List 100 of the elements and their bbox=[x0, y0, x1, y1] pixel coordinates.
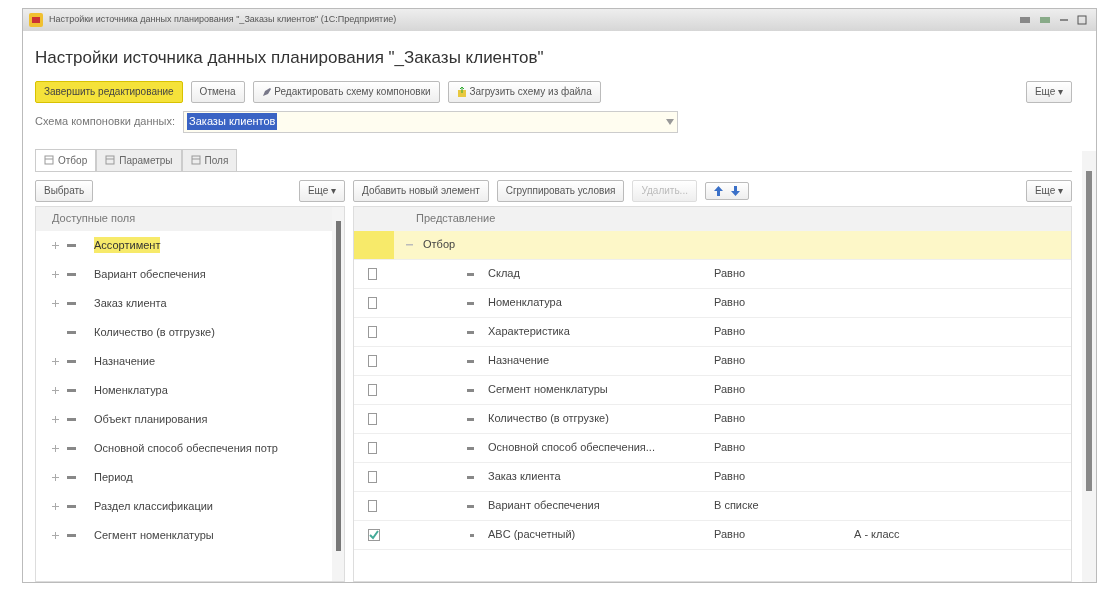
field-icon bbox=[67, 446, 76, 450]
table-cell-text: Равно bbox=[714, 440, 747, 456]
tree-item[interactable]: Основной способ обеспечения потр bbox=[94, 439, 278, 457]
table-cell-text: Равно bbox=[714, 382, 747, 398]
tab[interactable]: Параметры bbox=[96, 148, 182, 171]
move-down-icon[interactable] bbox=[730, 185, 740, 196]
collapse-icon[interactable] bbox=[406, 243, 413, 246]
expand-icon[interactable] bbox=[52, 415, 59, 423]
table-cell-text: Вариант обеспечения bbox=[487, 498, 601, 514]
field-icon bbox=[67, 272, 76, 276]
table-cell-text: Равно bbox=[714, 469, 747, 485]
checkbox[interactable] bbox=[368, 296, 378, 309]
table-cell-text: Заказ клиента bbox=[487, 469, 562, 485]
expand-icon[interactable] bbox=[52, 386, 59, 394]
tree-item[interactable]: Объект планирования bbox=[94, 410, 208, 428]
toolbar-button[interactable]: Загрузить схему из файла bbox=[447, 80, 601, 103]
expand-icon[interactable] bbox=[52, 473, 59, 481]
schema-field[interactable]: Заказы клиентов bbox=[183, 110, 679, 133]
table-cell-text: Количество (в отгрузке) bbox=[487, 411, 610, 427]
scrollbar[interactable] bbox=[332, 206, 344, 581]
field-label: Схема компоновки данных: bbox=[35, 114, 176, 130]
group-label: Отбор bbox=[423, 237, 456, 253]
more-button[interactable]: Еще ▾ bbox=[298, 179, 345, 202]
more-button[interactable]: Еще ▾ bbox=[1025, 179, 1072, 202]
row-marker bbox=[354, 230, 394, 259]
tree-item[interactable]: Заказ клиента bbox=[94, 294, 167, 312]
checkbox[interactable] bbox=[368, 412, 378, 425]
checkbox[interactable] bbox=[368, 267, 378, 280]
move-up-icon[interactable] bbox=[713, 185, 723, 196]
expand-icon[interactable] bbox=[52, 444, 59, 452]
checkbox[interactable] bbox=[368, 325, 378, 338]
table-cell-text: Номенклатура bbox=[487, 295, 563, 311]
field-icon bbox=[467, 503, 474, 508]
table-cell-text: Равно bbox=[714, 411, 747, 427]
field-icon bbox=[67, 533, 76, 537]
checkbox[interactable] bbox=[368, 528, 380, 541]
expand-icon[interactable] bbox=[52, 502, 59, 510]
checkbox[interactable] bbox=[368, 354, 378, 367]
toolbar-button[interactable]: Сгруппировать условия bbox=[496, 179, 625, 202]
table-cell-text: Характеристика bbox=[487, 324, 571, 340]
toolbar-button[interactable]: Отмена bbox=[190, 80, 245, 103]
field-icon bbox=[467, 474, 474, 479]
app-logo-icon bbox=[29, 13, 43, 27]
scrollbar[interactable] bbox=[1082, 151, 1096, 582]
field-icon bbox=[467, 300, 474, 305]
field-icon bbox=[67, 243, 76, 247]
tree-item[interactable]: Раздел классификации bbox=[94, 497, 213, 515]
tree-item[interactable]: Период bbox=[94, 468, 133, 486]
expand-icon[interactable] bbox=[52, 531, 59, 539]
field-icon bbox=[467, 445, 474, 450]
checkbox[interactable] bbox=[368, 470, 378, 483]
expand-icon[interactable] bbox=[52, 357, 59, 365]
table-cell-text: В списке bbox=[714, 498, 760, 514]
table-cell-text: Назначение bbox=[487, 353, 551, 369]
dropdown-icon[interactable] bbox=[666, 118, 675, 125]
field-icon bbox=[67, 475, 76, 479]
field-icon bbox=[467, 358, 474, 363]
field-icon bbox=[67, 330, 76, 334]
expand-icon[interactable] bbox=[52, 299, 59, 307]
field-icon bbox=[467, 329, 474, 334]
field-icon bbox=[67, 504, 76, 508]
tab-icon bbox=[44, 155, 54, 165]
more-button[interactable]: Еще ▾ bbox=[1025, 80, 1072, 103]
table-cell-text: Равно bbox=[714, 324, 747, 340]
edit-icon bbox=[261, 86, 272, 97]
toolbar-button[interactable]: Добавить новый элемент bbox=[353, 179, 489, 202]
form-heading: Настройки источника данных планирования "_Заказы клиентов" bbox=[35, 47, 545, 69]
field-icon bbox=[67, 417, 76, 421]
checkbox[interactable] bbox=[368, 383, 378, 396]
expand-icon[interactable] bbox=[52, 270, 59, 278]
tab-icon bbox=[105, 155, 116, 165]
window-title: Настройки источника данных планирования "_Заказы клиентов" (1С:Предприятие) bbox=[49, 13, 397, 27]
tab[interactable]: Поля bbox=[181, 148, 238, 171]
toolbar-button[interactable]: Завершить редактирование bbox=[35, 80, 183, 103]
table-cell-text: Склад bbox=[487, 266, 521, 282]
column-header: Представление bbox=[354, 206, 1071, 231]
tab-icon bbox=[190, 155, 201, 165]
tree-item[interactable]: Количество (в отгрузке) bbox=[94, 323, 215, 341]
table-cell-text: Основной способ обеспечения... bbox=[487, 440, 656, 456]
field-icon bbox=[67, 301, 76, 305]
table-cell-text: Равно bbox=[714, 353, 747, 369]
column-header: Доступные поля bbox=[36, 206, 332, 231]
field-icon bbox=[67, 359, 76, 363]
checkbox[interactable] bbox=[368, 499, 378, 512]
select-button[interactable]: Выбрать bbox=[35, 179, 94, 202]
tree-item[interactable]: Вариант обеспечения bbox=[94, 265, 206, 283]
tree-item[interactable]: Назначение bbox=[94, 352, 156, 370]
checkbox[interactable] bbox=[368, 441, 378, 454]
table-cell-text: Равно bbox=[714, 266, 747, 282]
window-controls-icon bbox=[1020, 15, 1090, 25]
tab[interactable]: Отбор bbox=[35, 148, 97, 171]
field-icon bbox=[467, 416, 474, 421]
tree-item[interactable]: Сегмент номенклатуры bbox=[94, 526, 214, 544]
expand-icon[interactable] bbox=[52, 241, 59, 249]
field-icon bbox=[467, 387, 474, 392]
table-cell-text: Равно bbox=[714, 527, 747, 543]
table-cell-text: Равно bbox=[714, 295, 747, 311]
toolbar-button[interactable]: Редактировать схему компоновки bbox=[252, 80, 440, 103]
tree-item[interactable]: Номенклатура bbox=[94, 381, 168, 399]
field-icon bbox=[470, 532, 474, 537]
